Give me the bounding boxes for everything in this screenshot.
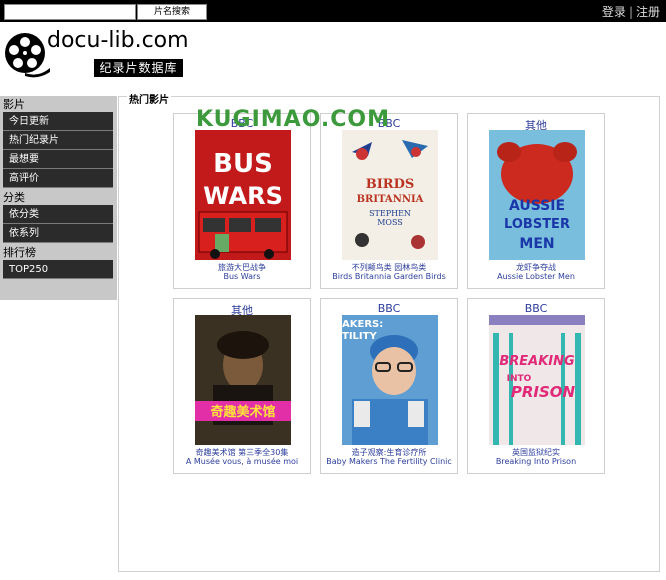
sidebar: 影片 今日更新 热门纪录片 最想要 高评价 分类 依分类 依系列 排行榜 TOP… (0, 96, 117, 300)
sidebar-item-top-rated[interactable]: 高评价 (3, 169, 113, 188)
movie-card-bus-wars[interactable]: BBC BUS WARS 旅游大巴战争 Bus Wars (173, 113, 311, 289)
sidebar-section-rankings: 排行榜 (3, 246, 36, 259)
card-tag: BBC (230, 117, 254, 130)
poster-image[interactable]: AKERS: TILITY (342, 315, 438, 445)
sidebar-section-categories: 分类 (3, 191, 25, 204)
main-panel: 热门影片 BBC BUS WARS 旅游大巴战争 Bus Wars BBC BI… (118, 91, 660, 572)
sidebar-item-today-updates[interactable]: 今日更新 (3, 112, 113, 131)
card-tag: BBC (377, 117, 401, 130)
search-input[interactable] (4, 4, 136, 20)
poster-image[interactable]: 奇趣美术馆 (195, 315, 291, 445)
card-tag: BBC (377, 302, 401, 315)
sidebar-item-by-series[interactable]: 依系列 (3, 224, 113, 243)
login-link[interactable]: 登录 (602, 5, 626, 19)
svg-text:奇趣美术馆: 奇趣美术馆 (210, 404, 275, 420)
register-link[interactable]: 注册 (636, 5, 660, 19)
svg-text:MOSS: MOSS (377, 218, 403, 227)
link-separator: | (628, 5, 633, 19)
sidebar-item-by-category[interactable]: 依分类 (3, 205, 113, 224)
sidebar-item-most-wanted[interactable]: 最想要 (3, 150, 113, 169)
search-button[interactable]: 片名搜索 (137, 4, 207, 20)
movie-card-a-musee-vous[interactable]: 其他 奇趣美术馆 奇趣美术馆 第三季全30集 A Musée vous, à m… (173, 298, 311, 474)
svg-text:TILITY: TILITY (342, 331, 377, 342)
top-bar: 片名搜索 登录 | 注册 (0, 0, 666, 22)
movie-card-birds-britannia[interactable]: BBC BIRDS BRITANNIA STEPHEN MOSS 不列颠鸟类 园… (320, 113, 458, 289)
sidebar-section-films: 影片 (3, 98, 25, 111)
svg-text:BRITANNIA: BRITANNIA (357, 194, 424, 205)
section-title: 热门影片 (127, 91, 171, 106)
svg-text:BREAKING: BREAKING (499, 354, 575, 369)
poster-text: BUS (213, 149, 273, 179)
svg-text:AUSSIE: AUSSIE (509, 198, 565, 214)
card-tag: BBC (524, 302, 548, 315)
site-subtitle: 纪录片数据库 (94, 59, 183, 77)
account-links: 登录 | 注册 (602, 3, 660, 20)
poster-image[interactable]: AUSSIE LOBSTER MEN (489, 130, 585, 260)
svg-text:AKERS:: AKERS: (342, 319, 383, 330)
site-title[interactable]: docu-lib.com (47, 28, 189, 53)
poster-image[interactable]: BIRDS BRITANNIA STEPHEN MOSS (342, 130, 438, 260)
card-title-en[interactable]: Birds Britannia Garden Birds (321, 272, 457, 281)
card-title-en[interactable]: A Musée vous, à musée moi (174, 457, 310, 466)
card-title-en[interactable]: Aussie Lobster Men (468, 272, 604, 281)
svg-text:BIRDS: BIRDS (366, 177, 415, 192)
film-reel-logo-icon[interactable] (4, 32, 50, 78)
svg-text:PRISON: PRISON (511, 383, 576, 401)
card-title-en[interactable]: Baby Makers The Fertility Clinic (321, 457, 457, 466)
svg-text:WARS: WARS (203, 182, 283, 210)
movie-card-aussie-lobster-men[interactable]: 其他 AUSSIE LOBSTER MEN 龙虾争夺战 Aussie Lobst… (467, 113, 605, 289)
sidebar-item-top250[interactable]: TOP250 (3, 260, 113, 279)
poster-image[interactable]: BREAKING INTO PRISON (489, 315, 585, 445)
svg-text:MEN: MEN (519, 236, 554, 252)
movie-card-breaking-into-prison[interactable]: BBC BREAKING INTO PRISON 英国监狱纪实 Breaking… (467, 298, 605, 474)
card-title-en[interactable]: Bus Wars (174, 272, 310, 281)
sidebar-item-hot-documentaries[interactable]: 热门纪录片 (3, 131, 113, 150)
poster-image[interactable]: BUS WARS (195, 130, 291, 260)
svg-text:STEPHEN: STEPHEN (369, 209, 411, 218)
card-title-en[interactable]: Breaking Into Prison (468, 457, 604, 466)
svg-text:LOBSTER: LOBSTER (504, 217, 570, 232)
movie-card-baby-makers[interactable]: BBC AKERS: TILITY 造子观察:生育诊疗所 Baby Makers… (320, 298, 458, 474)
